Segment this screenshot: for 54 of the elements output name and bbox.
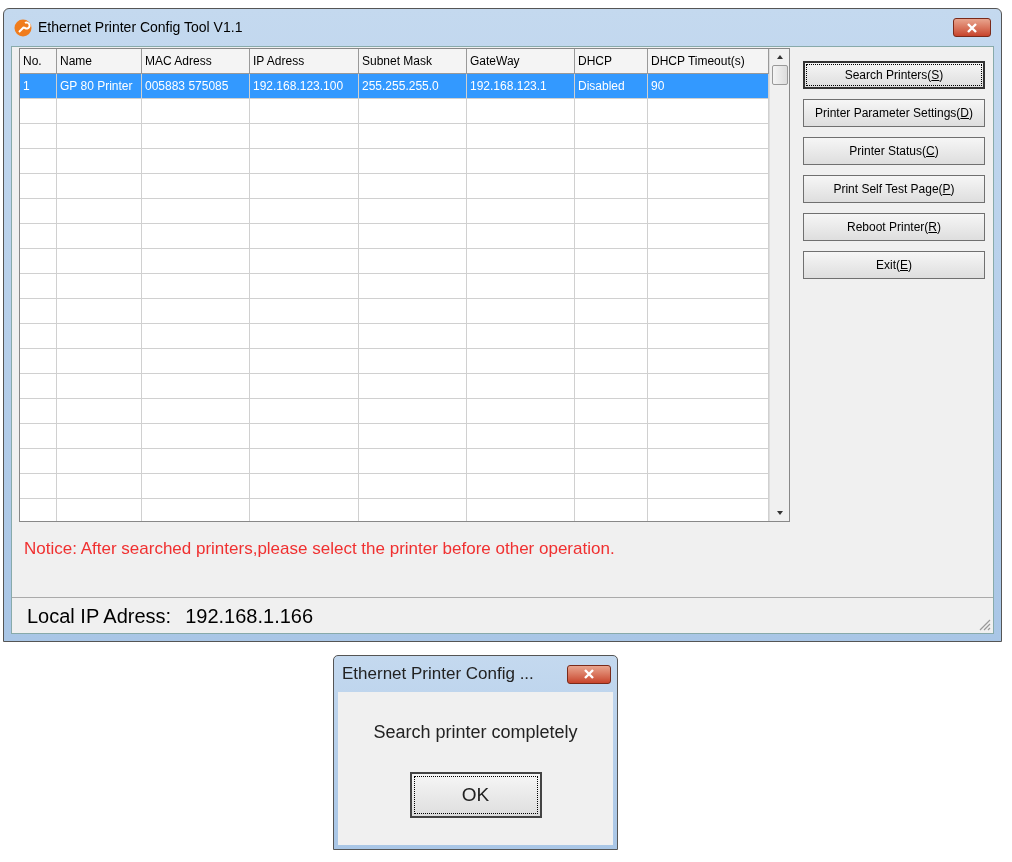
- scroll-down-icon[interactable]: [776, 511, 783, 515]
- action-button[interactable]: Printer Status(C): [803, 137, 985, 165]
- close-icon: [966, 22, 978, 33]
- column-header[interactable]: MAC Adress: [142, 49, 250, 74]
- table-cell: 192.168.123.100: [250, 74, 359, 99]
- dialog-message: Search printer completely: [373, 721, 578, 744]
- table-cell: GP 80 Printer: [57, 74, 142, 99]
- notice-text: Notice: After searched printers,please select the printer before other operation.: [24, 538, 616, 560]
- table-cell: 192.168.123.1: [467, 74, 575, 99]
- resize-grip-icon[interactable]: [977, 617, 991, 631]
- empty-cell: [20, 374, 57, 399]
- action-button[interactable]: Printer Parameter Settings(D): [803, 99, 985, 127]
- column-header[interactable]: Subnet Mask: [359, 49, 467, 74]
- action-button[interactable]: Exit(E): [803, 251, 985, 279]
- scroll-up-icon[interactable]: [776, 55, 783, 59]
- empty-cell: [20, 349, 57, 374]
- empty-cell: [20, 124, 57, 149]
- empty-cell: [20, 299, 57, 324]
- empty-cell: [20, 399, 57, 424]
- empty-cell: [20, 149, 57, 174]
- column-header[interactable]: DHCP Timeout(s): [648, 49, 769, 74]
- action-button[interactable]: Reboot Printer(R): [803, 213, 985, 241]
- action-button[interactable]: Search Printers(S): [803, 61, 985, 89]
- close-icon: [583, 669, 595, 679]
- close-button[interactable]: [567, 664, 611, 684]
- ok-button[interactable]: OK: [409, 772, 542, 818]
- empty-cell: [20, 199, 57, 224]
- table-cell: 255.255.255.0: [359, 74, 467, 99]
- column-header[interactable]: GateWay: [467, 49, 575, 74]
- empty-cell: [20, 274, 57, 299]
- empty-cell: [20, 449, 57, 474]
- column-header[interactable]: IP Adress: [250, 49, 359, 74]
- scroll-thumb[interactable]: [771, 65, 788, 85]
- empty-cell: [20, 424, 57, 449]
- status-label: Local IP Adress:: [27, 603, 172, 629]
- empty-cell: [20, 249, 57, 274]
- table-cell: Disabled: [575, 74, 648, 99]
- dialog-title: Ethernet Printer Config ...: [342, 663, 535, 686]
- empty-cell: [20, 474, 57, 499]
- empty-cell: [20, 224, 57, 249]
- vertical-scrollbar[interactable]: [769, 49, 789, 521]
- close-button[interactable]: [953, 18, 991, 37]
- empty-cell: [20, 174, 57, 199]
- action-button[interactable]: Print Self Test Page(P): [803, 175, 985, 203]
- empty-cell: [20, 324, 57, 349]
- table-cell: 005883 575085: [142, 74, 250, 99]
- empty-cell: [20, 99, 57, 124]
- column-header[interactable]: DHCP: [575, 49, 648, 74]
- window-title: Ethernet Printer Config Tool V1.1: [38, 18, 244, 37]
- column-header[interactable]: No.: [20, 49, 57, 74]
- wrench-icon: [14, 18, 32, 37]
- table-cell: 1: [20, 74, 57, 99]
- column-header[interactable]: Name: [57, 49, 142, 74]
- status-value: 192.168.1.166: [185, 603, 314, 629]
